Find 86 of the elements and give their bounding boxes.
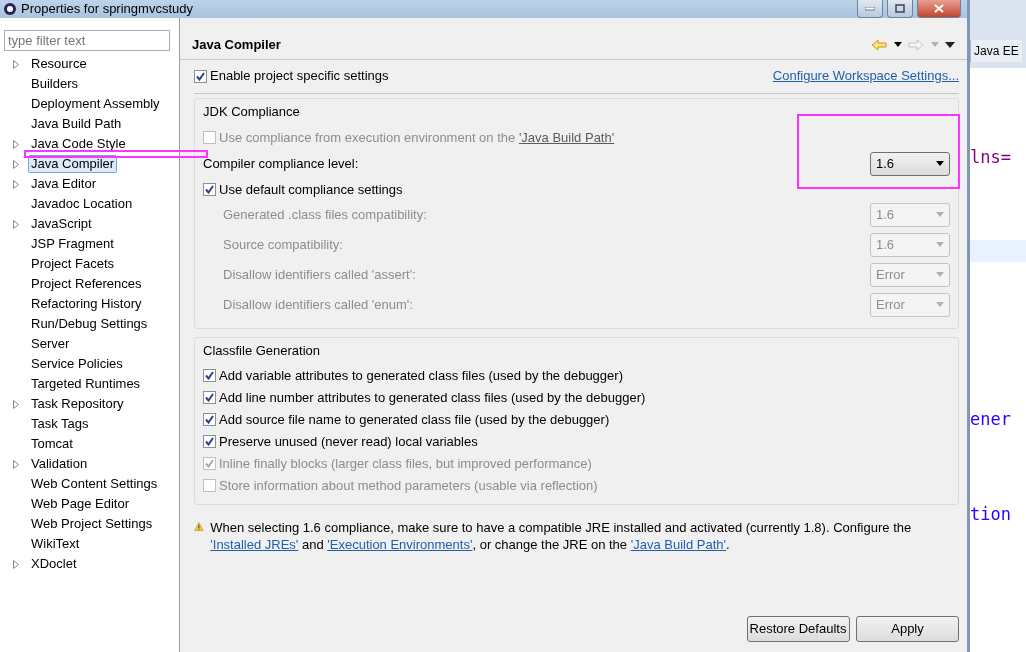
tree-item[interactable]: Builders bbox=[28, 75, 81, 93]
eclipse-logo-icon bbox=[3, 2, 17, 16]
caret-icon bbox=[936, 212, 944, 217]
filter-field[interactable]: type filter text bbox=[4, 30, 170, 51]
caret-icon bbox=[936, 161, 944, 166]
tree-item[interactable]: Targeted Runtimes bbox=[28, 375, 144, 393]
tree-item[interactable]: Web Project Settings bbox=[28, 515, 156, 533]
warning-icon bbox=[194, 519, 204, 534]
tree-item[interactable]: JSP Fragment bbox=[28, 235, 117, 253]
link[interactable]: 'Java Build Path' bbox=[630, 537, 726, 552]
code-text: tion bbox=[970, 503, 1012, 525]
close-icon bbox=[934, 4, 944, 13]
field-label: Compiler compliance level: bbox=[203, 154, 359, 173]
check-icon bbox=[205, 184, 214, 194]
view-menu-icon[interactable] bbox=[945, 41, 955, 48]
maximize-button[interactable] bbox=[887, 0, 913, 18]
compliance-dropdown[interactable]: 1.6 bbox=[870, 151, 950, 176]
tree-item[interactable]: Resource bbox=[28, 55, 90, 73]
dialog-button[interactable]: Apply bbox=[856, 616, 959, 642]
dialog-button[interactable]: Restore Defaults bbox=[746, 616, 850, 642]
caret-icon bbox=[936, 272, 944, 277]
field-label: Disallow identifiers called 'assert': bbox=[223, 265, 416, 284]
caret-icon bbox=[936, 242, 944, 247]
minimize-button[interactable] bbox=[857, 0, 883, 18]
tree-item[interactable]: WikiText bbox=[28, 535, 83, 553]
tree-item[interactable]: Server bbox=[28, 335, 73, 353]
tree-item[interactable]: Java Build Path bbox=[28, 115, 125, 133]
tree-item[interactable]: JavaScript bbox=[28, 215, 95, 233]
checkbox[interactable]: Use default compliance settings bbox=[203, 179, 403, 199]
check-icon bbox=[205, 371, 214, 381]
check-icon bbox=[205, 393, 214, 403]
expand-arrow-icon[interactable] bbox=[13, 399, 19, 409]
tree-item[interactable]: Web Page Editor bbox=[28, 495, 133, 513]
caret-icon bbox=[936, 302, 944, 307]
code-text: ener bbox=[970, 408, 1012, 430]
tree-item[interactable]: Deployment Assembly bbox=[28, 95, 163, 113]
maximize-icon bbox=[895, 4, 905, 13]
window-title: Properties for springmvcstudy bbox=[21, 0, 193, 19]
group-title: JDK Compliance bbox=[203, 103, 301, 121]
check-icon bbox=[196, 71, 205, 81]
back-arrow-icon[interactable] bbox=[871, 38, 887, 51]
group-title: Classfile Generation bbox=[203, 341, 322, 360]
field-label: Disallow identifiers called 'enum': bbox=[223, 295, 413, 314]
tree-item[interactable]: Javadoc Location bbox=[28, 195, 136, 213]
tree-item[interactable]: Web Content Settings bbox=[28, 475, 161, 493]
configure-workspace-link[interactable]: Configure Workspace Settings... bbox=[772, 66, 959, 86]
editor-tab[interactable]: Java EE bbox=[970, 40, 1022, 62]
tree-item[interactable]: Service Policies bbox=[28, 355, 126, 373]
expand-arrow-icon[interactable] bbox=[13, 59, 19, 69]
expand-arrow-icon[interactable] bbox=[13, 179, 19, 189]
tree-item[interactable]: Task Repository bbox=[28, 395, 127, 413]
close-button[interactable] bbox=[917, 0, 961, 18]
checkbox[interactable]: Preserve unused (never read) local variables bbox=[203, 432, 478, 452]
caret-icon bbox=[930, 42, 939, 47]
expand-arrow-icon[interactable] bbox=[13, 139, 19, 149]
code-text: lns= bbox=[970, 146, 1012, 168]
tree-item[interactable]: Validation bbox=[28, 455, 91, 473]
page-title: Java Compiler bbox=[192, 35, 281, 54]
tree-item[interactable]: Run/Debug Settings bbox=[28, 315, 151, 333]
warning-message: When selecting 1.6 compliance, make sure to have a compatible JRE installed and activated (currently 1.8). Configure the 'Installed JREs' and 'Execution Environments', or change the JRE on the 'Java Build Path'. bbox=[210, 519, 913, 553]
check-icon bbox=[205, 415, 214, 425]
tree-item[interactable]: Project Facets bbox=[28, 255, 118, 273]
tree-item[interactable]: Java Editor bbox=[28, 175, 100, 193]
expand-arrow-icon[interactable] bbox=[13, 459, 19, 469]
field-label: Generated .class files compatibility: bbox=[223, 205, 427, 224]
link[interactable]: 'Installed JREs' bbox=[210, 537, 299, 552]
enable-checkbox[interactable]: Enable project specific settings bbox=[194, 66, 389, 86]
checkbox[interactable]: Add variable attributes to generated class files (used by the debugger) bbox=[203, 366, 623, 386]
minimize-icon bbox=[865, 6, 875, 11]
tree-item[interactable]: Tomcat bbox=[28, 435, 76, 453]
tree-item[interactable]: Project References bbox=[28, 275, 145, 293]
expand-arrow-icon[interactable] bbox=[13, 159, 19, 169]
checkbox[interactable]: Add source file name to generated class file (used by the debugger) bbox=[203, 410, 610, 430]
tree-item[interactable]: Java Code Style bbox=[28, 135, 129, 153]
expand-arrow-icon[interactable] bbox=[13, 559, 19, 569]
link[interactable]: 'Execution Environments' bbox=[327, 537, 473, 552]
tree-item[interactable]: XDoclet bbox=[28, 555, 80, 573]
caret-icon bbox=[893, 42, 902, 47]
checkbox[interactable]: Add line number attributes to generated class files (used by the debugger) bbox=[203, 388, 646, 408]
expand-arrow-icon[interactable] bbox=[13, 219, 19, 229]
tree-item[interactable]: Refactoring History bbox=[28, 295, 145, 313]
current-line-highlight bbox=[970, 240, 1026, 262]
check-icon bbox=[205, 459, 214, 469]
check-icon bbox=[205, 437, 214, 447]
tree-item[interactable]: Task Tags bbox=[28, 415, 92, 433]
field-label: Source compatibility: bbox=[223, 235, 343, 254]
